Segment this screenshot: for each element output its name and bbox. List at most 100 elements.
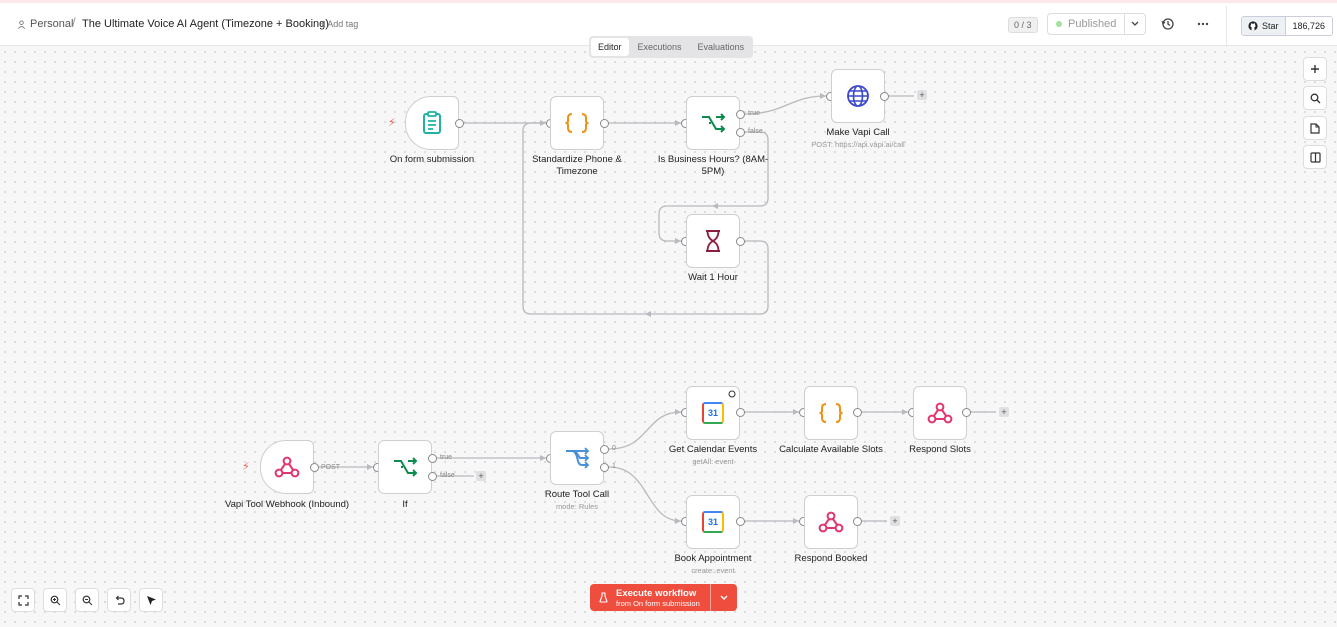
port-hours-false[interactable] <box>736 128 745 137</box>
hourglass-icon <box>706 230 720 252</box>
node-make-vapi-call[interactable] <box>831 69 885 123</box>
node-respond-booked[interactable] <box>804 495 858 549</box>
tab-executions[interactable]: Executions <box>631 38 689 56</box>
add-node-after-respond-slots-button[interactable]: + <box>999 407 1009 417</box>
node-label-book: Book Appointment <box>674 553 752 564</box>
node-label-respond-slots: Respond Slots <box>909 444 971 455</box>
port-hours-true[interactable] <box>736 110 745 119</box>
fit-view-button[interactable] <box>11 588 35 612</box>
chevron-down-icon <box>720 595 728 600</box>
node-label-vapi: Make Vapi Call <box>826 127 890 138</box>
node-if[interactable] <box>378 440 432 494</box>
port-label-route-0: 0 <box>612 445 616 452</box>
zoom-in-icon <box>50 595 60 605</box>
user-icon <box>17 19 26 29</box>
zoom-in-button[interactable] <box>43 588 67 612</box>
publish-dropdown-button[interactable] <box>1125 14 1145 34</box>
node-vapi-webhook[interactable] <box>260 440 314 494</box>
port-book-out[interactable] <box>736 517 745 526</box>
published-label: Published <box>1068 18 1117 30</box>
sticky-note-button[interactable] <box>1303 116 1327 140</box>
port-standardize-out[interactable] <box>600 119 609 128</box>
port-respond-slots-out[interactable] <box>962 408 971 417</box>
node-label-wait: Wait 1 Hour <box>688 272 738 283</box>
node-label-standardize: Standardize Phone & Timezone <box>532 154 622 177</box>
plus-icon <box>1311 65 1319 73</box>
published-button[interactable]: Published <box>1048 14 1126 34</box>
port-if-false[interactable] <box>428 472 437 481</box>
node-label-if: If <box>402 499 408 510</box>
node-label-form: On form submission <box>389 154 475 165</box>
execute-subtitle: from On form submission <box>616 598 700 608</box>
trigger-bolt-icon: ⚡ <box>388 117 396 129</box>
port-label-true: true <box>748 110 761 117</box>
port-webhook-out[interactable] <box>310 463 319 472</box>
port-route-1[interactable] <box>600 463 609 472</box>
workflow-canvas[interactable] <box>0 47 1337 627</box>
node-label-webhook: Vapi Tool Webhook (Inbound) <box>224 499 350 510</box>
search-icon <box>1310 93 1320 103</box>
port-calc-out[interactable] <box>853 408 862 417</box>
port-get-out[interactable] <box>736 408 745 417</box>
node-label-get-calendar: Get Calendar Events <box>668 444 758 455</box>
add-tag-button[interactable]: + Add tag <box>320 19 358 29</box>
node-business-hours[interactable] <box>686 96 740 150</box>
node-respond-slots[interactable] <box>913 386 967 440</box>
node-label-booked: Respond Booked <box>794 553 868 564</box>
header-divider <box>1226 6 1227 49</box>
node-standardize[interactable] <box>550 96 604 150</box>
port-label-route-1: 1 <box>612 463 616 470</box>
breadcrumb-separator: / <box>72 15 76 30</box>
workspace-label: Personal <box>30 18 74 30</box>
webhook-icon <box>818 511 844 533</box>
counter-badge: 0 / 3 <box>1008 17 1038 33</box>
github-count: 186,726 <box>1285 17 1333 35</box>
more-options-button[interactable] <box>1197 15 1209 29</box>
zoom-out-button[interactable] <box>75 588 99 612</box>
toggle-panel-button[interactable] <box>1303 145 1327 169</box>
history-icon[interactable] <box>1161 17 1175 31</box>
status-dot-icon <box>1056 21 1062 27</box>
port-vapi-out[interactable] <box>880 92 889 101</box>
node-route-tool-call[interactable] <box>550 431 604 485</box>
sticky-note-icon <box>1310 122 1320 134</box>
add-node-panel-button[interactable] <box>1303 57 1327 81</box>
tab-editor[interactable]: Editor <box>591 38 629 56</box>
if-branch-icon <box>394 457 418 477</box>
reset-zoom-button[interactable] <box>107 588 131 612</box>
add-node-after-vapi-button[interactable]: + <box>917 90 927 100</box>
github-star: Star <box>1242 17 1286 35</box>
node-get-calendar-events[interactable]: 31 <box>686 386 740 440</box>
node-form-submission[interactable] <box>405 96 459 150</box>
add-node-after-if-false-button[interactable]: + <box>476 471 486 481</box>
search-nodes-button[interactable] <box>1303 86 1327 110</box>
tab-evaluations[interactable]: Evaluations <box>691 38 752 56</box>
execute-workflow-button[interactable]: Execute workflow from On form submission <box>590 584 711 611</box>
port-booked-out[interactable] <box>853 517 862 526</box>
cursor-icon <box>146 595 156 605</box>
port-if-true[interactable] <box>428 454 437 463</box>
node-sub-vapi: POST: https://api.vapi.ai/call <box>811 140 905 149</box>
execute-dropdown-button[interactable] <box>711 584 737 611</box>
webhook-icon <box>927 402 953 424</box>
github-star-label: Star <box>1262 21 1279 31</box>
if-branch-icon <box>702 113 726 133</box>
port-label-post: POST <box>321 464 341 471</box>
google-calendar-icon: 31 <box>702 511 724 533</box>
port-wait-out[interactable] <box>736 237 745 246</box>
node-book-appointment[interactable]: 31 <box>686 495 740 549</box>
port-route-0[interactable] <box>600 445 609 454</box>
port-label-if-false: false <box>440 472 455 479</box>
undo-icon <box>115 595 125 605</box>
select-tool-button[interactable] <box>139 588 163 612</box>
code-braces-icon <box>565 113 589 133</box>
node-sub-route: mode: Rules <box>555 502 599 511</box>
port-form-out[interactable] <box>455 119 464 128</box>
breadcrumb-workspace[interactable]: Personal <box>17 18 73 30</box>
node-wait[interactable] <box>686 214 740 268</box>
workflow-title[interactable]: The Ultimate Voice AI Agent (Timezone + … <box>82 18 329 30</box>
github-star-button[interactable]: Star 186,726 <box>1241 16 1334 36</box>
webhook-icon <box>274 456 300 478</box>
add-node-after-booked-button[interactable]: + <box>890 516 900 526</box>
node-calculate-slots[interactable] <box>804 386 858 440</box>
